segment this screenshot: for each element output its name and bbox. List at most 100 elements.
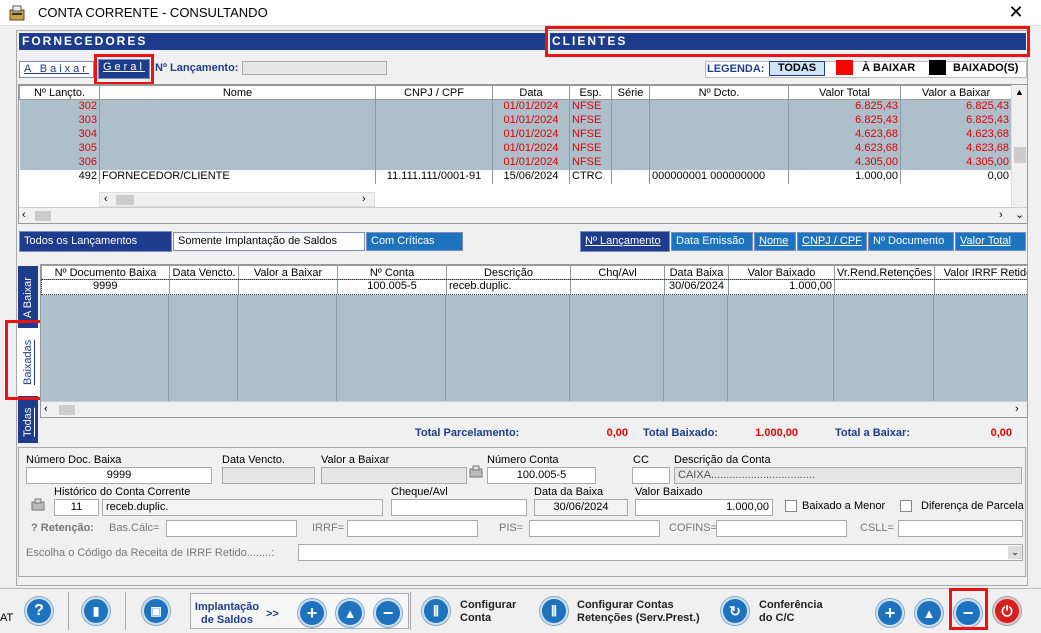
print-icon[interactable]: ▣	[142, 597, 170, 625]
table-row[interactable]: 305 01/01/2024 NFSE 4.623,68 4.623,68	[19, 141, 1012, 156]
lookup-icon[interactable]	[31, 497, 45, 511]
sort-ndoc[interactable]: Nº Documento	[868, 232, 954, 251]
nlanc-field[interactable]	[242, 61, 387, 75]
venc-field[interactable]	[222, 467, 315, 484]
configurar-retencoes-label[interactable]: Configurar Contas Retenções (Serv.Prest.)	[577, 599, 700, 625]
help-icon[interactable]: ?	[25, 597, 53, 625]
scroll-right-icon[interactable]: ›	[362, 193, 366, 205]
sort-cnpj[interactable]: CNPJ / CPF	[797, 232, 867, 251]
diferenca-checkbox[interactable]	[900, 500, 912, 512]
table-row[interactable]: 306 01/01/2024 NFSE 4.305,00 4.305,00	[19, 155, 1012, 170]
filter-somente[interactable]: Somente Implantação de Saldos	[173, 232, 365, 251]
arrow-up-icon[interactable]: ▲	[915, 599, 943, 627]
baixado-menor-checkbox[interactable]	[785, 500, 797, 512]
table-cell: 11.111.111/0001-91	[375, 169, 493, 184]
column-header[interactable]: Valor a Baixar	[238, 265, 338, 280]
cofins-field[interactable]	[716, 520, 847, 537]
lookup-icon[interactable]	[469, 464, 483, 478]
fornecedores-header[interactable]: FORNECEDORES	[19, 33, 547, 50]
table-cell	[611, 169, 650, 184]
power-icon[interactable]: ⏻	[993, 597, 1021, 625]
vbaixado-field[interactable]: 1.000,00	[635, 499, 773, 516]
csll-field[interactable]	[898, 520, 1023, 537]
cc-field[interactable]	[632, 467, 670, 484]
plus-icon[interactable]: +	[876, 599, 904, 627]
column-header[interactable]: Chq/Avl	[570, 265, 665, 280]
diferenca-label: Diferença de Parcela	[921, 500, 1024, 512]
configurar-conta-label[interactable]: Configurar Conta	[460, 599, 516, 625]
column-header[interactable]: Descrição	[446, 265, 571, 280]
refresh-icon[interactable]: ↻	[721, 597, 749, 625]
implantacao-label: Implantação de Saldos	[194, 601, 260, 626]
desc-conta-field[interactable]: CAIXA..................................	[674, 467, 1022, 484]
column-header[interactable]: Série	[611, 85, 650, 100]
dbaixa-field[interactable]: 30/06/2024	[534, 499, 628, 516]
sort-vtotal[interactable]: Valor Total	[955, 232, 1026, 251]
retencao-label: ? Retenção:	[31, 522, 94, 534]
column-header[interactable]: Esp.	[569, 85, 612, 100]
table-cell: 303	[19, 113, 100, 128]
table-row[interactable]: 9999 100.005-5 receb.duplic. 30/06/2024 1.00…	[41, 278, 1027, 295]
hist-text-field[interactable]: receb.duplic.	[102, 499, 383, 516]
minus-icon[interactable]: −	[374, 599, 402, 627]
filter-criticas[interactable]: Com Críticas	[366, 232, 463, 251]
table-row[interactable]: 492 FORNECEDOR/CLIENTE 11.111.111/0001-91 1…	[19, 169, 1012, 184]
close-icon[interactable]: ✕	[1006, 2, 1026, 22]
top-vscroll[interactable]: ▲	[1011, 85, 1027, 207]
legend-todas-button[interactable]: TODAS	[769, 61, 825, 76]
ndoc-field[interactable]: 9999	[26, 467, 212, 484]
scroll-down-icon[interactable]: ⌄	[1015, 208, 1024, 221]
chevron-down-icon[interactable]: ⌄	[1008, 546, 1022, 559]
column-header[interactable]: Nº Conta	[337, 265, 447, 280]
scroll-left-icon[interactable]: ‹	[44, 403, 48, 415]
configure-icon[interactable]: ⫼	[422, 597, 450, 625]
column-header[interactable]: Data Vencto.	[169, 265, 239, 280]
plus-icon[interactable]: +	[298, 599, 326, 627]
scroll-left-icon[interactable]: ‹	[22, 209, 26, 221]
column-header[interactable]: Data	[492, 85, 570, 100]
chq-field[interactable]	[391, 499, 527, 516]
name-col-scrollbar[interactable]: ‹ ›	[99, 192, 375, 207]
sort-nome[interactable]: Nome	[754, 232, 796, 251]
column-header[interactable]: Nº Dcto.	[649, 85, 789, 100]
irrf-field[interactable]	[347, 520, 478, 537]
column-header[interactable]: Vr.Rend.Retenções	[834, 265, 935, 280]
conferencia-label[interactable]: Conferência do C/C	[759, 599, 823, 625]
document-icon[interactable]: ▮	[82, 597, 110, 625]
column-header[interactable]: Valor Total	[788, 85, 901, 100]
side-tab-todas[interactable]: Todas	[19, 402, 37, 442]
hist-code-field[interactable]: 11	[54, 499, 99, 516]
bottom-hscroll[interactable]: ‹ ›	[41, 401, 1027, 417]
vab-field[interactable]	[321, 467, 467, 484]
pis-field[interactable]	[529, 520, 660, 537]
table-cell: 4.623,68	[900, 141, 1012, 156]
sort-emissao[interactable]: Data Emissão	[671, 232, 753, 251]
column-header[interactable]: Nome	[99, 85, 376, 100]
sort-nlanc[interactable]: Nº Lançamento	[580, 231, 670, 252]
column-header[interactable]: Nº Lançto.	[19, 85, 100, 100]
column-header[interactable]: Valor IRRF Retido	[934, 265, 1027, 280]
side-tab-abaixar[interactable]: A Baixar	[19, 268, 37, 328]
column-header[interactable]: Valor Baixado	[728, 265, 835, 280]
nconta-field[interactable]: 100.005-5	[487, 467, 596, 484]
top-hscroll[interactable]: ‹ › ⌄	[19, 207, 1027, 223]
column-header[interactable]: CNPJ / CPF	[375, 85, 493, 100]
irrf-receita-select[interactable]: ⌄	[298, 544, 1023, 561]
tab-a-baixar[interactable]: A Baixar	[19, 61, 94, 78]
scroll-left-icon[interactable]: ‹	[104, 193, 108, 205]
scroll-right-icon[interactable]: ›	[1015, 403, 1019, 415]
scroll-up-icon[interactable]: ▲	[1015, 87, 1024, 97]
table-row[interactable]: 303 01/01/2024 NFSE 6.825,43 6.825,43	[19, 113, 1012, 128]
bascalc-field[interactable]	[166, 520, 297, 537]
table-row[interactable]: 304 01/01/2024 NFSE 4.623,68 4.623,68	[19, 127, 1012, 142]
table-row[interactable]: 302 01/01/2024 NFSE 6.825,43 6.825,43	[19, 99, 1012, 114]
arrow-up-icon[interactable]: ▲	[336, 599, 364, 627]
column-header[interactable]: Valor a Baixar	[900, 85, 1012, 100]
configure-retencoes-icon[interactable]: ⫼	[540, 597, 568, 625]
filter-todos[interactable]: Todos os Lançamentos	[19, 231, 172, 252]
scroll-right-icon[interactable]: ›	[999, 209, 1003, 221]
column-header[interactable]: Nº Documento Baixa	[41, 265, 170, 280]
table-cell	[611, 155, 650, 170]
column-header[interactable]: Data Baixa	[664, 265, 729, 280]
table-cell: 01/01/2024	[492, 113, 570, 128]
